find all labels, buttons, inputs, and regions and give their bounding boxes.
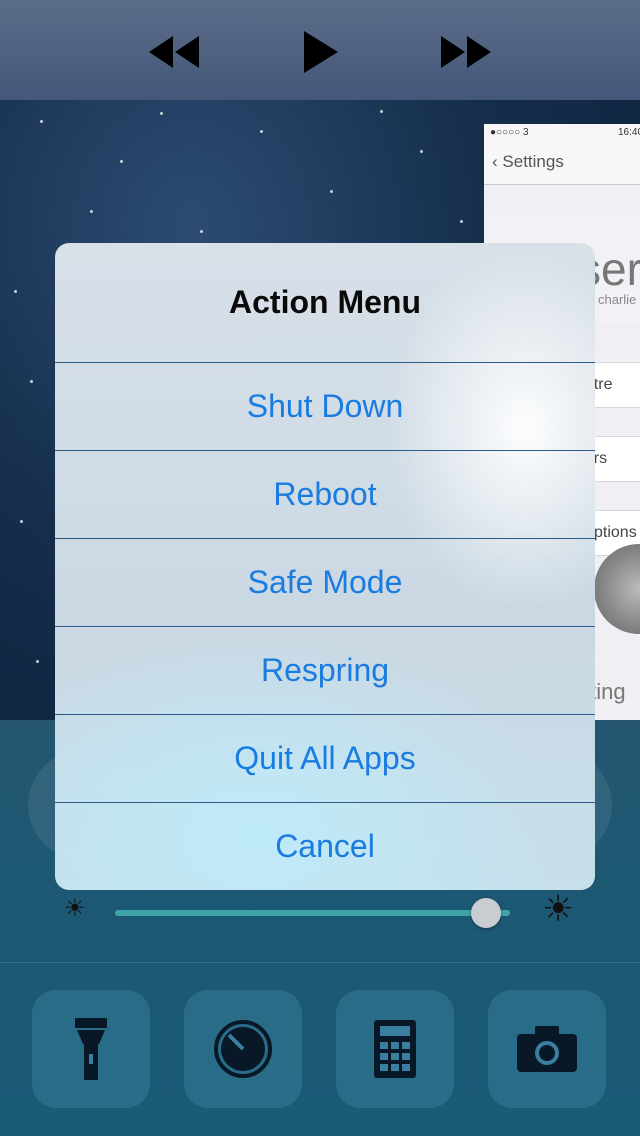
- media-controls-bar: [0, 0, 640, 100]
- reboot-button[interactable]: Reboot: [55, 450, 595, 538]
- app-nav-bar: ‹ Settings: [484, 142, 640, 185]
- play-icon[interactable]: [285, 28, 355, 76]
- calculator-button[interactable]: [336, 990, 454, 1108]
- quit-all-apps-button[interactable]: Quit All Apps: [55, 714, 595, 802]
- safe-mode-button[interactable]: Safe Mode: [55, 538, 595, 626]
- respring-button[interactable]: Respring: [55, 626, 595, 714]
- signal-status: ●○○○○ 3: [490, 127, 529, 138]
- brightness-slider-track[interactable]: [115, 910, 510, 916]
- back-label: Settings: [502, 152, 564, 171]
- brightness-high-icon: ☀: [542, 888, 575, 929]
- alert-title: Action Menu: [229, 284, 421, 320]
- app-status-bar: ●○○○○ 3 16:40: [484, 124, 640, 142]
- divider: [0, 962, 640, 963]
- flashlight-icon: [75, 1018, 107, 1080]
- back-button[interactable]: ‹ Settings: [492, 152, 564, 172]
- app-subtitle-fragment: charlie: [598, 292, 637, 307]
- brightness-control: ☀ ☀: [0, 880, 640, 960]
- chevron-left-icon: ‹: [492, 152, 498, 171]
- camera-button[interactable]: [488, 990, 606, 1108]
- action-menu-alert: Action Menu Shut Down Reboot Safe Mode R…: [55, 243, 595, 890]
- flashlight-button[interactable]: [32, 990, 150, 1108]
- calculator-icon: [374, 1020, 416, 1078]
- rewind-icon[interactable]: [138, 28, 208, 76]
- brightness-low-icon: ☀: [64, 895, 86, 922]
- camera-icon: [517, 1026, 577, 1072]
- fast-forward-icon[interactable]: [432, 28, 502, 76]
- cancel-button[interactable]: Cancel: [55, 802, 595, 890]
- brightness-slider-thumb[interactable]: [471, 898, 502, 928]
- settings-gear-icon: [594, 544, 640, 634]
- status-time: 16:40: [618, 127, 640, 138]
- timer-button[interactable]: [184, 990, 302, 1108]
- shut-down-button[interactable]: Shut Down: [55, 362, 595, 450]
- timer-icon: [214, 1020, 272, 1078]
